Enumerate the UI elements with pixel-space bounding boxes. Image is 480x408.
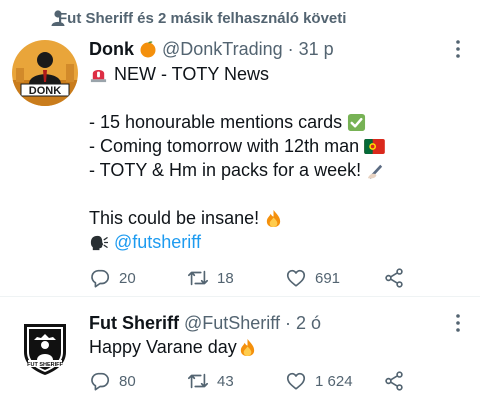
siren-emoji-icon (90, 69, 107, 82)
avatar-logo-text: DONK (29, 85, 61, 97)
reply-icon (91, 372, 110, 391)
avatar[interactable]: DONK (12, 40, 78, 106)
mention-link[interactable]: @futsheriff (114, 230, 201, 254)
tweet-header: Fut Sheriff @FutSheriff · 2 ó (89, 312, 321, 334)
share-button[interactable] (383, 266, 405, 290)
fut-sheriff-avatar-image: FUT SHERIFF (12, 314, 78, 380)
donk-avatar-image: DONK (12, 40, 78, 106)
social-context[interactable]: Fut Sheriff és 2 másik felhasználó követ… (51, 8, 347, 28)
tweet-actions: 20 18 691 (89, 266, 419, 290)
check-mark-emoji-icon (348, 113, 366, 131)
author-handle[interactable]: @DonkTrading (162, 39, 283, 60)
retweet-button[interactable]: 43 (187, 369, 234, 393)
author-handle[interactable]: @FutSheriff (184, 313, 280, 334)
like-button[interactable]: 691 (285, 266, 340, 290)
tweet-line: This could be insane! (89, 208, 260, 228)
avatar-logo-text: FUT SHERIFF (27, 362, 63, 368)
person-icon (51, 10, 65, 26)
tweet-line: - Coming tomorrow with 12th man (89, 136, 360, 156)
tweet-text: Happy Varane day (89, 335, 257, 359)
share-icon (385, 371, 403, 391)
heart-icon (286, 372, 306, 390)
tweet-actions: 80 43 1 624 (89, 369, 419, 393)
separator-dot: · (287, 38, 294, 59)
portugal-flag-emoji-icon (364, 138, 385, 154)
tweet-line: - 15 honourable mentions cards (89, 112, 343, 132)
more-options-icon[interactable] (456, 40, 460, 58)
retweet-count: 18 (217, 269, 234, 287)
retweet-button[interactable]: 18 (187, 266, 234, 290)
separator-dot: · (284, 312, 291, 333)
orange-emoji-icon (140, 41, 156, 58)
tweet[interactable]: DONK Donk @DonkTrading · 31 p NEW - TOTY… (0, 30, 480, 296)
tweet-line: - TOTY & Hm in packs for a week! (89, 160, 362, 180)
tweet-line: NEW - TOTY News (114, 64, 270, 84)
author-name[interactable]: Donk (89, 39, 134, 60)
heart-icon (286, 269, 306, 287)
reply-icon (91, 269, 110, 288)
like-count: 691 (315, 269, 341, 287)
tweet-header: Donk @DonkTrading · 31 p (89, 38, 334, 60)
timestamp[interactable]: 31 p (299, 39, 334, 60)
writing-hand-emoji-icon (367, 164, 383, 179)
like-button[interactable]: 1 624 (285, 369, 353, 393)
tweet-text: NEW - TOTY News - 15 honourable mentions… (89, 62, 469, 254)
retweet-icon (188, 270, 208, 286)
reply-count: 80 (119, 372, 136, 390)
avatar[interactable]: FUT SHERIFF (12, 314, 78, 380)
retweet-count: 43 (217, 372, 234, 390)
reply-button[interactable]: 80 (89, 369, 136, 393)
fire-emoji-icon (266, 209, 281, 227)
speaking-head-emoji-icon (90, 235, 108, 250)
like-count: 1 624 (315, 372, 353, 390)
reply-count: 20 (119, 269, 136, 287)
more-options-icon[interactable] (456, 314, 460, 332)
share-button[interactable] (383, 369, 405, 393)
author-name[interactable]: Fut Sheriff (89, 313, 179, 334)
retweet-icon (188, 373, 208, 389)
reply-button[interactable]: 20 (89, 266, 136, 290)
share-icon (385, 268, 403, 288)
social-context-text: Fut Sheriff és 2 másik felhasználó követ… (58, 9, 347, 27)
tweet-line: Happy Varane day (89, 337, 237, 357)
timestamp[interactable]: 2 ó (296, 313, 321, 334)
fire-emoji-icon (240, 338, 254, 356)
tweet[interactable]: FUT SHERIFF Fut Sheriff @FutSheriff · 2 … (0, 297, 480, 408)
